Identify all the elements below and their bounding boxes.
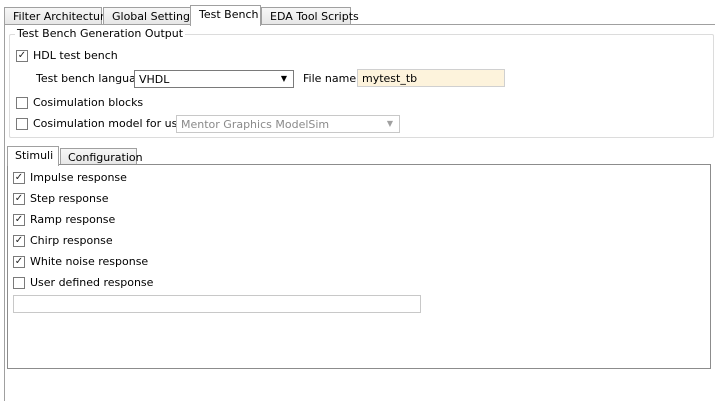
checkbox-box[interactable] bbox=[13, 276, 25, 289]
chirp-response-checkbox[interactable]: Chirp response bbox=[13, 234, 113, 247]
tab-configuration[interactable]: Configuration bbox=[60, 148, 143, 165]
checkbox-box[interactable] bbox=[13, 234, 25, 247]
impulse-response-checkbox[interactable]: Impulse response bbox=[13, 171, 127, 184]
white-noise-response-checkbox[interactable]: White noise response bbox=[13, 255, 148, 268]
checkbox-box[interactable] bbox=[16, 96, 28, 109]
group-title: Test Bench Generation Output bbox=[15, 27, 186, 40]
tab-stimuli[interactable]: Stimuli bbox=[7, 146, 59, 166]
chevron-down-icon: ▼ bbox=[280, 74, 287, 83]
stimuli-panel: Impulse response Step response Ramp resp… bbox=[7, 164, 711, 369]
file-name-field[interactable]: mytest_tb bbox=[357, 69, 505, 87]
user-defined-response-field[interactable] bbox=[13, 295, 421, 313]
checkbox-label: White noise response bbox=[30, 255, 149, 268]
cosimulation-blocks-checkbox[interactable]: Cosimulation blocks bbox=[16, 96, 143, 109]
cosimulation-tool-dropdown[interactable]: Mentor Graphics ModelSim ▼ bbox=[176, 115, 400, 133]
checkbox-box[interactable] bbox=[13, 213, 25, 226]
checkbox-box[interactable] bbox=[13, 192, 25, 205]
checkbox-label: Step response bbox=[30, 192, 109, 205]
test-bench-language-dropdown[interactable]: VHDL ▼ bbox=[134, 70, 294, 88]
tab-label: EDA Tool Scripts bbox=[270, 10, 359, 23]
checkbox-label: Ramp response bbox=[30, 213, 116, 226]
tab-label: Filter Architecture bbox=[13, 10, 112, 23]
checkbox-label: Cosimulation blocks bbox=[33, 96, 144, 109]
dropdown-value: VHDL bbox=[139, 72, 170, 86]
step-response-checkbox[interactable]: Step response bbox=[13, 192, 109, 205]
tab-label: Test Bench bbox=[199, 8, 259, 21]
checkbox-label: HDL test bench bbox=[33, 49, 118, 62]
hdl-test-bench-checkbox[interactable]: HDL test bench bbox=[16, 49, 118, 62]
tab-label: Configuration bbox=[68, 151, 143, 164]
dropdown-value: Mentor Graphics ModelSim bbox=[181, 117, 330, 131]
tab-label: Global Settings bbox=[112, 10, 196, 23]
test-bench-generation-output-group: Test Bench Generation Output HDL test be… bbox=[9, 27, 714, 138]
tab-eda-tool-scripts[interactable]: EDA Tool Scripts bbox=[261, 7, 359, 25]
file-name-value: mytest_tb bbox=[362, 71, 418, 85]
ramp-response-checkbox[interactable]: Ramp response bbox=[13, 213, 115, 226]
tab-label: Stimuli bbox=[15, 149, 54, 162]
checkbox-label: Impulse response bbox=[30, 171, 127, 184]
checkbox-box[interactable] bbox=[13, 255, 25, 268]
checkbox-box[interactable] bbox=[16, 49, 28, 62]
checkbox-box[interactable] bbox=[16, 117, 28, 130]
chevron-down-icon: ▼ bbox=[386, 119, 393, 128]
tab-global-settings[interactable]: Global Settings bbox=[103, 7, 196, 25]
checkbox-label: User defined response bbox=[30, 276, 154, 289]
checkbox-box[interactable] bbox=[13, 171, 25, 184]
user-defined-response-checkbox[interactable]: User defined response bbox=[13, 276, 153, 289]
tab-test-bench[interactable]: Test Bench bbox=[190, 5, 261, 26]
checkbox-label: Chirp response bbox=[30, 234, 113, 247]
tab-filter-architecture[interactable]: Filter Architecture bbox=[4, 7, 111, 25]
file-name-label: File name: bbox=[303, 72, 360, 85]
